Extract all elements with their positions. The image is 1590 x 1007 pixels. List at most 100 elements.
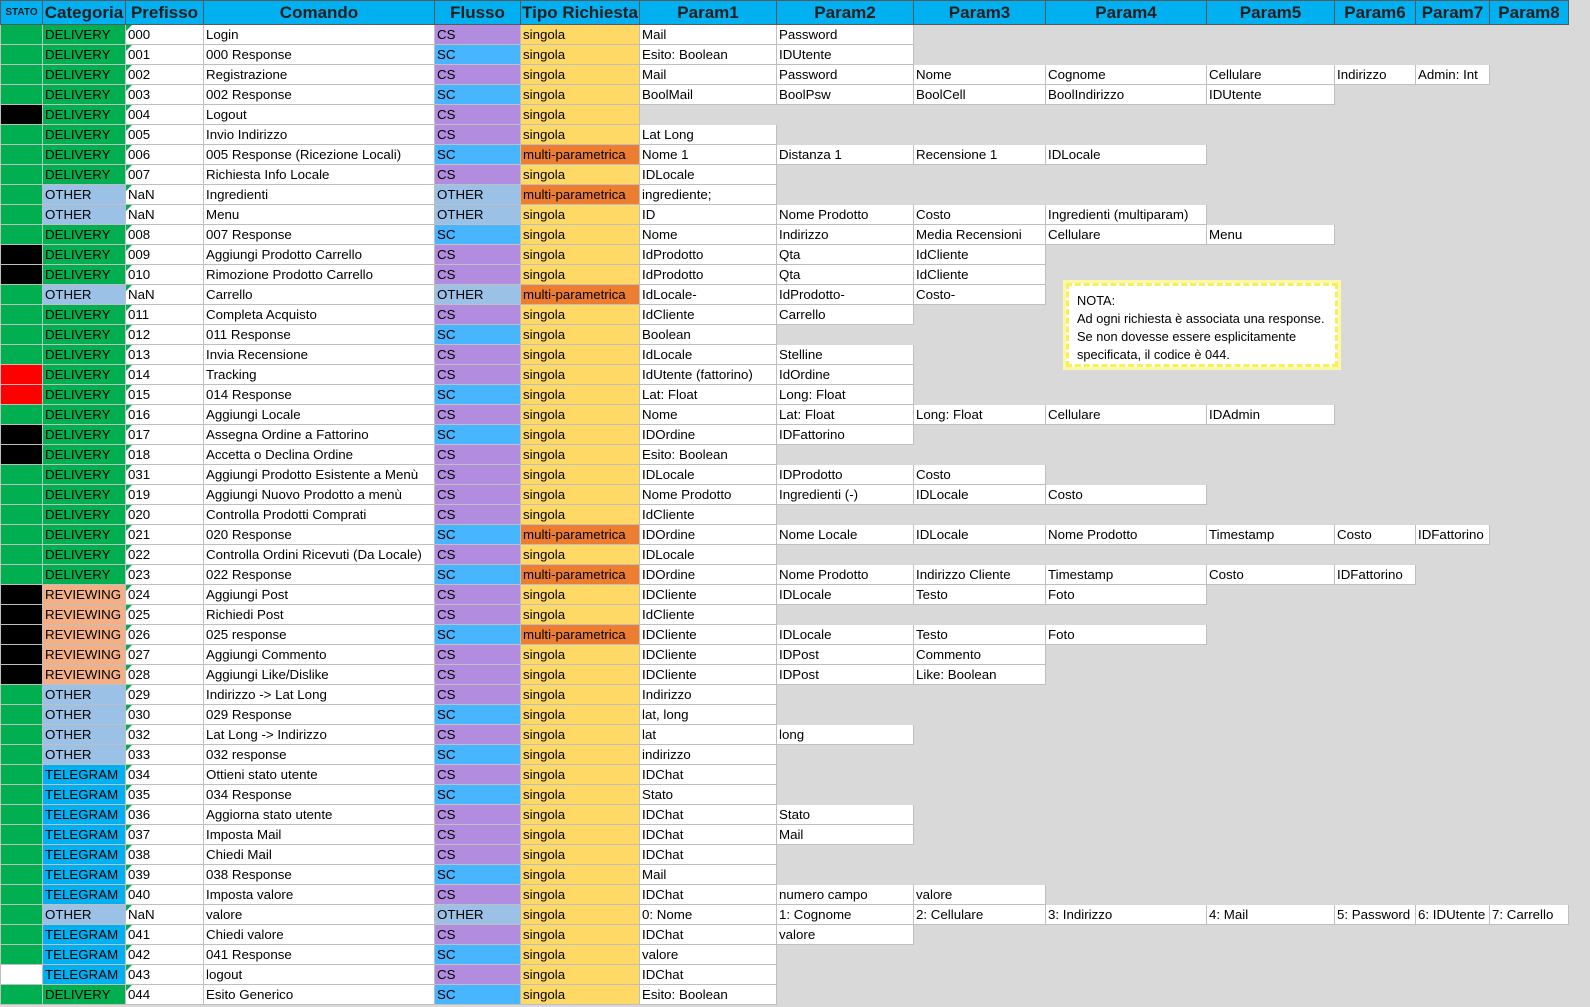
comando-cell[interactable]: Aggiungi Commento xyxy=(203,644,435,665)
param1-cell[interactable]: IDLocale xyxy=(639,544,777,565)
param4-cell[interactable] xyxy=(1045,124,1207,145)
comando-cell[interactable]: Aggiorna stato utente xyxy=(203,804,435,825)
param7-cell[interactable] xyxy=(1415,744,1490,765)
param8-cell[interactable] xyxy=(1489,724,1569,745)
param4-cell[interactable] xyxy=(1045,544,1207,565)
param1-cell[interactable]: lat xyxy=(639,724,777,745)
flusso-cell[interactable]: CS xyxy=(434,664,521,685)
comando-cell[interactable]: Invio Indirizzo xyxy=(203,124,435,145)
param6-cell[interactable] xyxy=(1334,884,1416,905)
param8-cell[interactable] xyxy=(1489,244,1569,265)
param2-cell[interactable]: IDFattorino xyxy=(776,424,914,445)
param5-cell[interactable] xyxy=(1206,964,1335,985)
comando-cell[interactable]: Registrazione xyxy=(203,64,435,85)
tipo-richiesta-cell[interactable]: singola xyxy=(520,604,640,625)
param7-cell[interactable] xyxy=(1415,764,1490,785)
comando-cell[interactable]: 025 response xyxy=(203,624,435,645)
prefisso-cell[interactable]: 025 xyxy=(125,604,204,625)
param4-cell[interactable] xyxy=(1045,724,1207,745)
comando-cell[interactable]: valore xyxy=(203,904,435,925)
param1-cell[interactable]: IdCliente xyxy=(639,504,777,525)
param6-cell[interactable] xyxy=(1334,464,1416,485)
param1-cell[interactable]: Nome xyxy=(639,224,777,245)
flusso-cell[interactable]: CS xyxy=(434,124,521,145)
param2-cell[interactable] xyxy=(776,544,914,565)
param5-cell[interactable] xyxy=(1206,104,1335,125)
stato-cell[interactable] xyxy=(0,164,43,185)
prefisso-cell[interactable]: 001 xyxy=(125,44,204,65)
param1-cell[interactable]: Mail xyxy=(639,24,777,45)
categoria-cell[interactable]: TELEGRAM xyxy=(42,864,126,885)
prefisso-cell[interactable]: 034 xyxy=(125,764,204,785)
param5-cell[interactable] xyxy=(1206,744,1335,765)
comando-cell[interactable]: Carrello xyxy=(203,284,435,305)
tipo-richiesta-cell[interactable]: singola xyxy=(520,924,640,945)
categoria-cell[interactable]: DELIVERY xyxy=(42,44,126,65)
param4-cell[interactable] xyxy=(1045,864,1207,885)
param1-cell[interactable]: IDChat xyxy=(639,844,777,865)
categoria-cell[interactable]: DELIVERY xyxy=(42,444,126,465)
param6-cell[interactable] xyxy=(1334,444,1416,465)
param5-cell[interactable] xyxy=(1206,704,1335,725)
param6-cell[interactable] xyxy=(1334,184,1416,205)
param5-cell[interactable] xyxy=(1206,544,1335,565)
prefisso-cell[interactable]: 003 xyxy=(125,84,204,105)
param5-cell[interactable] xyxy=(1206,644,1335,665)
param5-cell[interactable] xyxy=(1206,144,1335,165)
param1-cell[interactable]: IDLocale xyxy=(639,464,777,485)
comando-cell[interactable]: Accetta o Declina Ordine xyxy=(203,444,435,465)
tipo-richiesta-cell[interactable]: singola xyxy=(520,244,640,265)
categoria-cell[interactable]: DELIVERY xyxy=(42,464,126,485)
param6-cell[interactable]: IDFattorino xyxy=(1334,564,1416,585)
param2-cell[interactable] xyxy=(776,744,914,765)
param8-cell[interactable] xyxy=(1489,64,1569,85)
param2-cell[interactable]: long xyxy=(776,724,914,745)
param5-cell[interactable]: Costo xyxy=(1206,564,1335,585)
categoria-cell[interactable]: DELIVERY xyxy=(42,324,126,345)
comando-cell[interactable]: Controlla Ordini Ricevuti (Da Locale) xyxy=(203,544,435,565)
tipo-richiesta-cell[interactable]: singola xyxy=(520,484,640,505)
flusso-cell[interactable]: CS xyxy=(434,884,521,905)
param2-cell[interactable] xyxy=(776,164,914,185)
param8-cell[interactable] xyxy=(1489,24,1569,45)
prefisso-cell[interactable]: 040 xyxy=(125,884,204,905)
param1-cell[interactable]: IdProdotto xyxy=(639,244,777,265)
header-tipo-richiesta[interactable]: Tipo Richiesta xyxy=(520,0,640,25)
param1-cell[interactable]: Stato xyxy=(639,784,777,805)
flusso-cell[interactable]: SC xyxy=(434,224,521,245)
tipo-richiesta-cell[interactable]: singola xyxy=(520,884,640,905)
prefisso-cell[interactable]: 004 xyxy=(125,104,204,125)
header-prefisso[interactable]: Prefisso xyxy=(125,0,204,25)
stato-cell[interactable] xyxy=(0,644,43,665)
param7-cell[interactable] xyxy=(1415,824,1490,845)
comando-cell[interactable]: Logout xyxy=(203,104,435,125)
categoria-cell[interactable]: DELIVERY xyxy=(42,404,126,425)
header-param5[interactable]: Param5 xyxy=(1206,0,1335,25)
comando-cell[interactable]: Aggiungi Nuovo Prodotto a menù xyxy=(203,484,435,505)
param8-cell[interactable] xyxy=(1489,684,1569,705)
param7-cell[interactable]: 6: IDUtente xyxy=(1415,904,1490,925)
prefisso-cell[interactable]: 031 xyxy=(125,464,204,485)
flusso-cell[interactable]: SC xyxy=(434,44,521,65)
prefisso-cell[interactable]: 027 xyxy=(125,644,204,665)
header-categoria[interactable]: Categoria xyxy=(42,0,126,25)
param6-cell[interactable] xyxy=(1334,204,1416,225)
comando-cell[interactable]: Aggiungi Like/Dislike xyxy=(203,664,435,685)
tipo-richiesta-cell[interactable]: singola xyxy=(520,764,640,785)
stato-cell[interactable] xyxy=(0,804,43,825)
tipo-richiesta-cell[interactable]: singola xyxy=(520,64,640,85)
stato-cell[interactable] xyxy=(0,304,43,325)
param1-cell[interactable]: IdCliente xyxy=(639,304,777,325)
param7-cell[interactable] xyxy=(1415,404,1490,425)
param8-cell[interactable] xyxy=(1489,184,1569,205)
param2-cell[interactable] xyxy=(776,704,914,725)
param3-cell[interactable]: IdCliente xyxy=(913,244,1046,265)
param1-cell[interactable]: IDChat xyxy=(639,824,777,845)
param6-cell[interactable] xyxy=(1334,344,1416,365)
comando-cell[interactable]: 020 Response xyxy=(203,524,435,545)
comando-cell[interactable]: Imposta Mail xyxy=(203,824,435,845)
param7-cell[interactable] xyxy=(1415,584,1490,605)
param7-cell[interactable] xyxy=(1415,484,1490,505)
comando-cell[interactable]: Controlla Prodotti Comprati xyxy=(203,504,435,525)
param6-cell[interactable] xyxy=(1334,484,1416,505)
